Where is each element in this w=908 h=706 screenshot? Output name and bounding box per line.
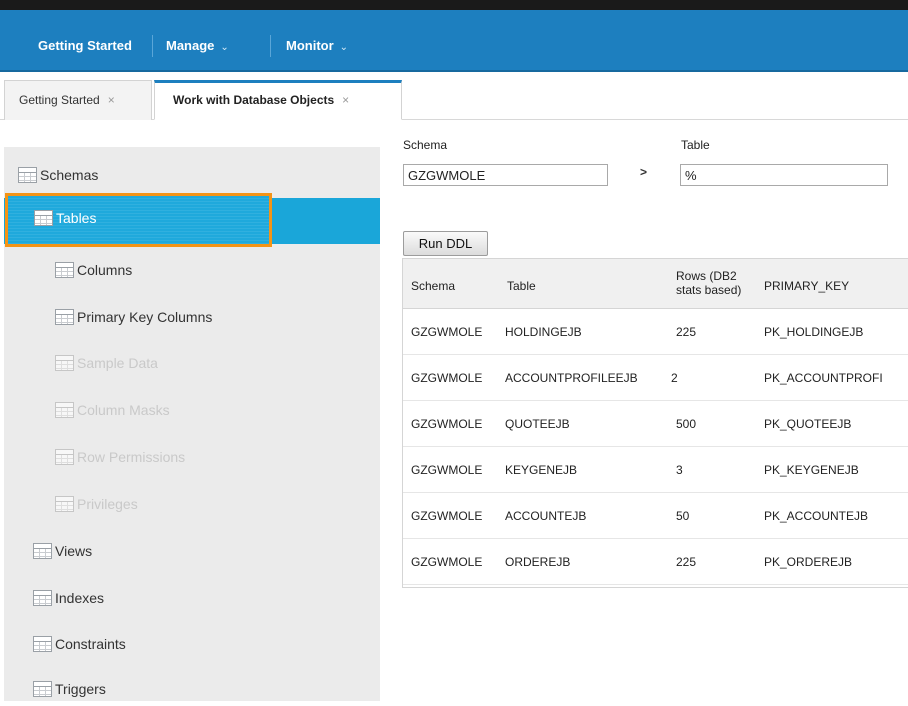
tab-work-with-database-objects[interactable]: Work with Database Objects ×	[154, 80, 402, 120]
column-header-table[interactable]: Table	[507, 279, 536, 293]
tree-item-privileges: Privileges	[55, 487, 138, 521]
tree-item-column-masks: Column Masks	[55, 393, 170, 427]
tree-item-columns[interactable]: Columns	[55, 253, 132, 287]
table-label: Table	[681, 138, 710, 152]
tree-item-row-permissions: Row Permissions	[55, 440, 185, 474]
cell-primary-key: PK_QUOTEEJB	[764, 417, 852, 431]
nav-getting-started[interactable]: Getting Started	[38, 38, 132, 53]
table-icon	[55, 262, 74, 278]
table-icon	[33, 590, 52, 606]
tree-item-label: Tables	[56, 210, 97, 226]
cell-rows: 225	[676, 325, 697, 339]
tab-label: Getting Started	[19, 93, 100, 107]
table-row[interactable]: GZGWMOLE ORDEREJB 225 PK_ORDEREJB	[403, 539, 908, 585]
cell-primary-key: PK_ORDEREJB	[764, 555, 853, 569]
cell-rows: 2	[671, 371, 678, 385]
tree-item-views[interactable]: Views	[33, 534, 92, 568]
run-ddl-button[interactable]: Run DDL	[403, 231, 488, 256]
cell-table: QUOTEEJB	[505, 417, 570, 431]
table-icon	[34, 210, 53, 226]
table-row[interactable]: GZGWMOLE HOLDINGEJB 225 PK_HOLDINGEJB	[403, 309, 908, 355]
tab-label: Work with Database Objects	[173, 93, 335, 107]
schema-label: Schema	[403, 138, 448, 152]
filter-separator: >	[640, 165, 648, 179]
tree-item-label: Primary Key Columns	[77, 309, 213, 325]
tree-item-tables[interactable]: Tables	[34, 201, 96, 235]
window-top-strip	[0, 0, 908, 10]
tree-item-sample-data: Sample Data	[55, 346, 158, 380]
table-row[interactable]: GZGWMOLE QUOTEEJB 500 PK_QUOTEEJB	[403, 401, 908, 447]
column-header-primary-key[interactable]: PRIMARY_KEY	[764, 279, 849, 293]
tree-item-constraints[interactable]: Constraints	[33, 627, 126, 661]
table-row[interactable]: GZGWMOLE ACCOUNTPROFILEEJB 2 PK_ACCOUNTP…	[403, 355, 908, 401]
cell-schema: GZGWMOLE	[411, 555, 483, 569]
nav-manage-label: Manage	[166, 38, 215, 53]
table-icon	[18, 167, 37, 183]
tree-item-label: Sample Data	[77, 355, 158, 371]
cell-schema: GZGWMOLE	[411, 463, 483, 477]
tables-grid: Schema Table Rows (DB2 stats based) PRIM…	[402, 258, 908, 588]
table-icon	[55, 402, 74, 418]
column-header-rows-line1: Rows (DB2	[676, 269, 737, 283]
cell-schema: GZGWMOLE	[411, 325, 483, 339]
cell-table: ACCOUNTEJB	[505, 509, 587, 523]
schema-filter-input[interactable]	[403, 164, 608, 186]
cell-primary-key: PK_ACCOUNTPROFI	[764, 371, 883, 385]
tab-strip: Getting Started × Work with Database Obje…	[0, 72, 908, 120]
cell-rows: 3	[676, 463, 683, 477]
highlighted-tree-item: Tables	[5, 193, 272, 247]
tree-item-label: Row Permissions	[77, 449, 186, 465]
tree-item-primary-key-columns[interactable]: Primary Key Columns	[55, 300, 212, 334]
tree-item-schemas[interactable]: Schemas	[18, 158, 98, 192]
cell-primary-key: PK_KEYGENEJB	[764, 463, 859, 477]
tree-item-label: Indexes	[55, 590, 105, 606]
table-icon	[33, 681, 52, 697]
top-navigation-bar: Getting Started Manage ⌄ Monitor ⌄	[0, 10, 908, 72]
table-icon	[55, 309, 74, 325]
nav-divider	[270, 35, 271, 57]
cell-rows: 50	[676, 509, 690, 523]
nav-divider	[152, 35, 153, 57]
cell-table: ORDEREJB	[505, 555, 571, 569]
tree-item-label: Schemas	[40, 167, 99, 183]
close-icon[interactable]: ×	[342, 93, 349, 107]
chevron-down-icon: ⌄	[220, 42, 229, 53]
cell-table: HOLDINGEJB	[505, 325, 582, 339]
close-icon[interactable]: ×	[108, 93, 115, 107]
chevron-down-icon: ⌄	[339, 42, 349, 53]
cell-table: ACCOUNTPROFILEEJB	[505, 371, 638, 385]
cell-primary-key: PK_ACCOUNTEJB	[764, 509, 869, 523]
table-icon	[33, 636, 52, 652]
tree-item-label: Privileges	[77, 496, 138, 512]
nav-getting-started-label: Getting Started	[38, 38, 132, 53]
cell-schema: GZGWMOLE	[411, 509, 483, 523]
cell-primary-key: PK_HOLDINGEJB	[764, 325, 864, 339]
cell-rows: 225	[676, 555, 697, 569]
tree-item-label: Constraints	[55, 636, 126, 652]
nav-monitor-menu[interactable]: Monitor ⌄	[286, 38, 348, 53]
table-row[interactable]: GZGWMOLE ACCOUNTEJB 50 PK_ACCOUNTEJB	[403, 493, 908, 539]
table-icon	[55, 449, 74, 465]
tree-item-label: Columns	[77, 262, 133, 278]
cell-schema: GZGWMOLE	[411, 417, 483, 431]
nav-monitor-label: Monitor	[286, 38, 334, 53]
column-header-rows-line2: stats based)	[676, 283, 742, 297]
tree-item-indexes[interactable]: Indexes	[33, 581, 104, 615]
tree-item-label: Column Masks	[77, 402, 170, 418]
table-icon	[55, 496, 74, 512]
cell-table: KEYGENEJB	[505, 463, 578, 477]
cell-rows: 500	[676, 417, 697, 431]
table-row[interactable]: GZGWMOLE KEYGENEJB 3 PK_KEYGENEJB	[403, 447, 908, 493]
cell-schema: GZGWMOLE	[411, 371, 483, 385]
table-filter-input[interactable]	[680, 164, 888, 186]
table-icon	[55, 355, 74, 371]
column-header-rows[interactable]: Rows (DB2 stats based)	[676, 269, 741, 297]
nav-manage-menu[interactable]: Manage ⌄	[166, 38, 229, 53]
tab-getting-started[interactable]: Getting Started ×	[4, 80, 152, 120]
tree-item-label: Views	[55, 543, 93, 559]
column-header-schema[interactable]: Schema	[411, 279, 455, 293]
grid-header-row: Schema Table Rows (DB2 stats based) PRIM…	[403, 259, 908, 309]
table-icon	[33, 543, 52, 559]
tree-item-label: Triggers	[55, 681, 106, 697]
